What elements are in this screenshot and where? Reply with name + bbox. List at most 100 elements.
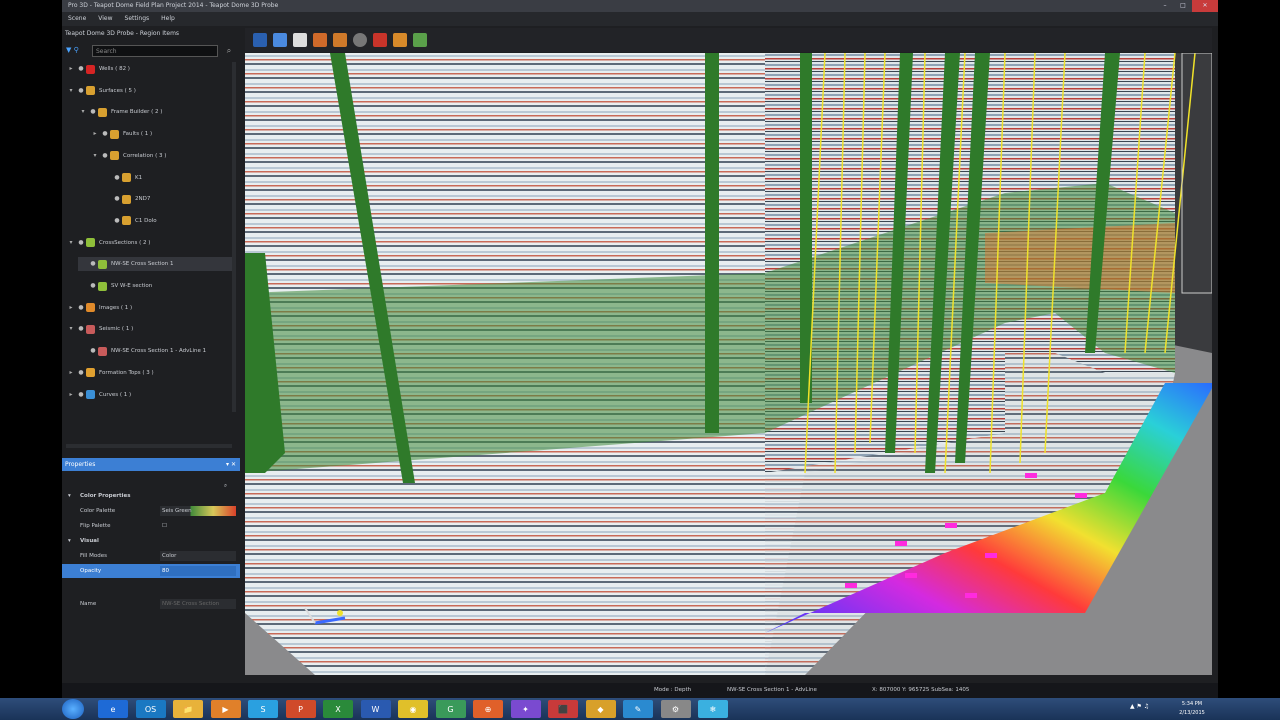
select-tool-icon[interactable] xyxy=(253,33,267,47)
taskbar-app[interactable]: ◆ xyxy=(585,700,616,718)
taskbar-app[interactable]: G xyxy=(435,700,466,718)
tree-item[interactable]: ▸ ● Formation Tops ( 3 ) xyxy=(66,366,232,380)
tree-item[interactable]: ● K1 xyxy=(102,171,232,185)
prop-name[interactable]: Name NW-SE Cross Section xyxy=(62,597,240,611)
visibility-icon[interactable]: ● xyxy=(88,279,98,293)
taskbar-app[interactable]: ❄ xyxy=(698,700,728,718)
well-icon[interactable] xyxy=(373,33,387,47)
menu-scene[interactable]: Scene xyxy=(62,12,92,26)
expand-icon[interactable]: ▸ xyxy=(66,62,76,76)
3d-viewport[interactable] xyxy=(245,53,1212,675)
expand-icon[interactable]: ▾ xyxy=(90,149,100,163)
taskbar-app[interactable]: P xyxy=(285,700,316,718)
tree-scrollbar[interactable] xyxy=(232,62,236,412)
tree-item[interactable]: ▸ ● Wells ( 82 ) xyxy=(66,62,232,76)
expand-icon[interactable]: ▸ xyxy=(66,301,76,315)
menu-help[interactable]: Help xyxy=(155,12,181,26)
start-button[interactable] xyxy=(62,699,84,719)
visibility-icon[interactable]: ● xyxy=(100,127,110,141)
tree-item[interactable]: ● NW-SE Cross Section 1 xyxy=(78,257,232,272)
surface-icon[interactable] xyxy=(393,33,407,47)
section-color-properties[interactable]: ▾ Color Properties xyxy=(62,489,240,503)
menu-view[interactable]: View xyxy=(92,12,118,26)
name-field[interactable]: NW-SE Cross Section xyxy=(160,599,236,609)
visibility-icon[interactable]: ● xyxy=(76,84,86,98)
clear-icon[interactable] xyxy=(333,33,347,47)
visibility-icon[interactable]: ● xyxy=(76,62,86,76)
tree-item[interactable]: ▾ ● Surfaces ( 5 ) xyxy=(66,84,232,98)
visibility-icon[interactable]: ● xyxy=(76,236,86,250)
tree-item[interactable]: ▾ ● CrossSections ( 2 ) xyxy=(66,236,232,250)
taskbar-app[interactable]: ◉ xyxy=(398,700,428,718)
tree-item[interactable]: ▸ ● Faults ( 1 ) xyxy=(90,127,232,141)
taskbar-app[interactable]: ⚙ xyxy=(660,700,691,718)
expand-icon[interactable]: ▸ xyxy=(66,366,76,380)
tree-item[interactable]: ▸ ● Curves ( 1 ) xyxy=(66,388,232,402)
opacity-slider[interactable]: 80 xyxy=(160,566,236,576)
expand-icon[interactable]: ▸ xyxy=(66,388,76,402)
camera-icon[interactable] xyxy=(293,33,307,47)
item-type-icon xyxy=(86,368,95,378)
taskbar-app[interactable]: ▶ xyxy=(210,700,241,718)
tree-hscrollbar[interactable] xyxy=(66,444,232,448)
visibility-icon[interactable]: ● xyxy=(76,388,86,402)
expand-icon[interactable]: ▾ xyxy=(66,236,76,250)
taskbar-app[interactable]: ⊕ xyxy=(473,700,503,718)
flip-checkbox[interactable]: ☐ xyxy=(160,521,236,531)
visibility-icon[interactable]: ● xyxy=(112,171,122,185)
tree-item[interactable]: ● C1 Dolo xyxy=(102,214,232,228)
tree-item[interactable]: ▾ ● Frame Builder ( 2 ) xyxy=(78,105,232,119)
expand-icon[interactable]: ▾ xyxy=(66,84,76,98)
tree-item[interactable]: ● NW-SE Cross Section 1 - AdvLine 1 xyxy=(78,344,232,358)
menu-settings[interactable]: Settings xyxy=(119,12,156,26)
clock[interactable]: 5:34 PM 2/13/2015 xyxy=(1172,700,1212,718)
filter-icon[interactable]: ▼ ⚲ xyxy=(66,46,79,54)
tree-item[interactable]: ▸ ● Images ( 1 ) xyxy=(66,301,232,315)
search-icon[interactable]: ⌕ xyxy=(223,45,235,57)
app-window: Pro 3D - Teapot Dome Field Plan Project … xyxy=(62,0,1218,698)
tree-item[interactable]: ▾ ● Seismic ( 1 ) xyxy=(66,322,232,336)
visibility-icon[interactable]: ● xyxy=(112,192,122,206)
visibility-icon[interactable]: ● xyxy=(76,366,86,380)
visibility-icon[interactable]: ● xyxy=(88,105,98,119)
visibility-icon[interactable]: ● xyxy=(76,301,86,315)
cut-icon[interactable] xyxy=(313,33,327,47)
search-input[interactable]: Search xyxy=(92,45,218,57)
taskbar-app[interactable]: ⬛ xyxy=(548,700,578,718)
taskbar-app[interactable]: OS xyxy=(135,700,166,718)
layers-icon[interactable] xyxy=(273,33,287,47)
tree-item-label: 2ND7 xyxy=(135,196,151,203)
tray-icons[interactable]: ▲ ⚑ ♫ xyxy=(1130,703,1149,710)
prop-opacity[interactable]: Opacity 80 xyxy=(62,564,240,578)
close-button[interactable]: ✕ xyxy=(1192,0,1218,12)
tree-item[interactable]: ▾ ● Correlation ( 3 ) xyxy=(90,149,232,163)
prop-color-palette[interactable]: Color Palette Seis Green xyxy=(62,504,240,518)
taskbar-app[interactable]: ✎ xyxy=(623,700,653,718)
section-visual[interactable]: ▾ Visual xyxy=(62,534,240,548)
expand-icon[interactable]: ▸ xyxy=(90,127,100,141)
visibility-icon[interactable]: ● xyxy=(88,257,98,271)
prop-flip-palette[interactable]: Flip Palette ☐ xyxy=(62,519,240,533)
expand-icon[interactable]: ▾ xyxy=(78,105,88,119)
taskbar-app[interactable]: e xyxy=(98,700,128,718)
tree-item[interactable]: ● SV W-E section xyxy=(78,279,232,293)
taskbar-app[interactable]: 📁 xyxy=(173,700,203,718)
fill-mode-select[interactable]: Color xyxy=(160,551,236,561)
taskbar-app[interactable]: X xyxy=(323,700,353,718)
visibility-icon[interactable]: ● xyxy=(112,214,122,228)
gear-icon[interactable] xyxy=(353,33,367,47)
pin-icon[interactable]: ▾ ✕ xyxy=(226,458,236,471)
image-icon[interactable] xyxy=(413,33,427,47)
visibility-icon[interactable]: ● xyxy=(100,149,110,163)
tree-item[interactable]: ● 2ND7 xyxy=(102,192,232,206)
taskbar-app[interactable]: S xyxy=(248,700,278,718)
maximize-button[interactable]: □ xyxy=(1174,0,1192,12)
prop-fill-modes[interactable]: Fill Modes Color xyxy=(62,549,240,563)
taskbar-app[interactable]: ✦ xyxy=(510,700,541,718)
minimize-button[interactable]: – xyxy=(1156,0,1174,12)
visibility-icon[interactable]: ● xyxy=(88,344,98,358)
taskbar-app[interactable]: W xyxy=(360,700,391,718)
visibility-icon[interactable]: ● xyxy=(76,322,86,336)
scene-toolbar xyxy=(245,28,1212,52)
expand-icon[interactable]: ▾ xyxy=(66,322,76,336)
